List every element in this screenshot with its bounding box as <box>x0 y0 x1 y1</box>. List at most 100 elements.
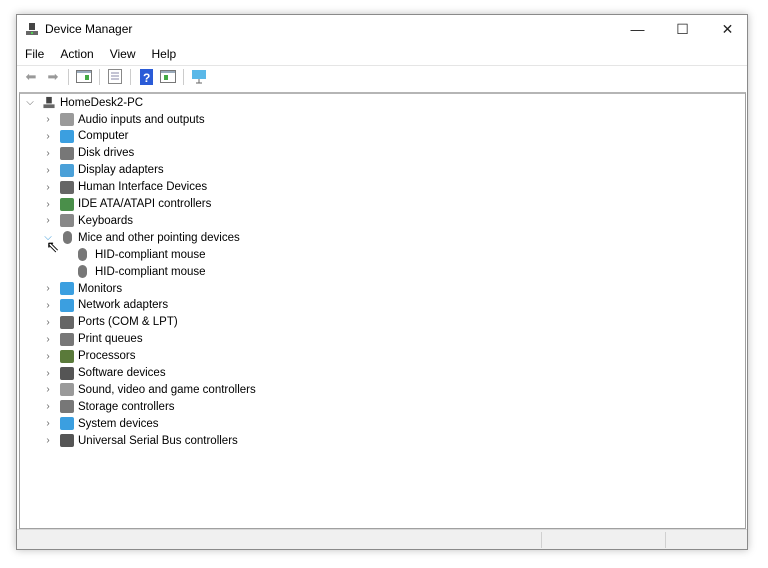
mouse-cursor-icon: ⇖ <box>46 239 60 256</box>
tree-item[interactable]: › Monitors <box>42 280 122 297</box>
printer-icon <box>60 332 74 346</box>
tree-item[interactable]: › Network adapters <box>42 297 168 314</box>
toolbar-separator <box>99 68 100 85</box>
computer-icon <box>43 96 55 109</box>
tree-item[interactable]: › Computer <box>42 128 129 145</box>
tree-child-label: HID-compliant mouse <box>95 265 206 278</box>
chevron-right-icon[interactable]: › <box>42 165 54 176</box>
display-adapter-icon <box>60 163 74 177</box>
tree-item[interactable]: › IDE ATA/ATAPI controllers <box>42 196 211 213</box>
tree-item-label: Processors <box>78 350 136 363</box>
menu-bar: File Action View Help <box>17 45 184 63</box>
chevron-right-icon[interactable]: › <box>42 317 54 328</box>
menu-file[interactable]: File <box>17 45 52 63</box>
chevron-right-icon[interactable]: › <box>42 131 54 142</box>
tree-item-label: Print queues <box>78 333 143 346</box>
tree-item[interactable]: › Universal Serial Bus controllers <box>42 432 238 449</box>
disk-icon <box>60 146 74 160</box>
close-button[interactable]: ✕ <box>705 15 750 43</box>
chevron-right-icon[interactable]: › <box>42 334 54 345</box>
chevron-right-icon[interactable]: › <box>42 182 54 193</box>
port-icon <box>60 315 74 329</box>
status-divider <box>541 532 542 548</box>
chevron-right-icon[interactable]: › <box>42 435 54 446</box>
tree-item[interactable]: › Storage controllers <box>42 398 175 415</box>
chevron-right-icon[interactable]: › <box>42 283 54 294</box>
chevron-right-icon[interactable]: › <box>42 351 54 362</box>
tree-root[interactable]: ⌵ HomeDesk2-PC <box>24 94 143 111</box>
tree-item[interactable]: › Processors <box>42 348 136 365</box>
chevron-right-icon[interactable]: › <box>42 300 54 311</box>
chevron-right-icon[interactable]: › <box>42 384 54 395</box>
tree-child-item[interactable]: HID-compliant mouse <box>78 263 206 280</box>
tree-item-label: Disk drives <box>78 147 135 160</box>
tree-item[interactable]: › Display adapters <box>42 162 164 179</box>
chevron-down-icon[interactable]: ⌵ <box>24 97 36 108</box>
system-icon <box>60 417 74 431</box>
speaker-icon <box>60 383 74 397</box>
tree-item-label: IDE ATA/ATAPI controllers <box>78 198 212 210</box>
tree-item-label: Human Interface Devices <box>78 181 208 194</box>
tree-item-label: Sound, video and game controllers <box>78 383 256 396</box>
tree-item[interactable]: ⌵ Mice and other pointing devices <box>42 229 240 246</box>
tree-item[interactable]: › Print queues <box>42 331 143 348</box>
chevron-right-icon[interactable]: › <box>42 148 54 159</box>
maximize-button[interactable]: ☐ <box>660 15 705 43</box>
help-icon[interactable]: ? <box>136 68 156 86</box>
toolbar-separator <box>183 68 184 85</box>
tree-item-label: Network adapters <box>78 299 169 312</box>
window-title: Device Manager <box>45 22 133 36</box>
tree-item-label: Storage controllers <box>78 400 175 413</box>
tree-item-label: Monitors <box>78 282 123 295</box>
chevron-right-icon[interactable]: › <box>42 418 54 429</box>
ide-icon <box>60 197 74 211</box>
tree-item[interactable]: › Sound, video and game controllers <box>42 381 256 398</box>
tree-child-item[interactable]: HID-compliant mouse <box>78 246 206 263</box>
tree-item[interactable]: › Audio inputs and outputs <box>42 111 205 128</box>
monitor-icon <box>60 129 74 143</box>
properties-icon[interactable] <box>105 68 125 86</box>
device-manager-window: Device Manager — ☐ ✕ File Action View He… <box>16 14 748 550</box>
tree-item-label: Mice and other pointing devices <box>78 231 240 244</box>
hid-icon <box>60 180 74 194</box>
mouse-icon <box>63 231 72 245</box>
keyboard-icon <box>60 214 74 228</box>
show-hide-console-tree-icon[interactable] <box>74 68 94 86</box>
back-icon[interactable]: ⬅ <box>21 68 41 86</box>
toolbar: ⬅ ➡ ? <box>17 65 747 87</box>
tree-item-label: Ports (COM & LPT) <box>78 316 178 329</box>
tree-item-label: System devices <box>78 417 159 430</box>
chevron-right-icon[interactable]: › <box>42 368 54 379</box>
menu-action[interactable]: Action <box>52 45 101 63</box>
forward-icon[interactable]: ➡ <box>43 68 63 86</box>
toolbar-separator <box>130 68 131 85</box>
tree-item[interactable]: › Keyboards <box>42 212 133 229</box>
device-manager-icon <box>26 23 38 35</box>
mouse-icon <box>78 248 87 262</box>
tree-item-label: Software devices <box>78 367 166 379</box>
chevron-right-icon[interactable]: › <box>42 401 54 412</box>
tree-item[interactable]: › Ports (COM & LPT) <box>42 314 178 331</box>
tree-item-label: Computer <box>78 130 129 143</box>
scan-hardware-icon[interactable] <box>189 68 209 86</box>
menu-help[interactable]: Help <box>144 45 185 63</box>
action-pane-icon[interactable] <box>158 68 178 86</box>
tree-item[interactable]: › Software devices <box>42 365 166 382</box>
tree-item-label: Audio inputs and outputs <box>78 113 205 126</box>
tree-item[interactable]: › System devices <box>42 415 159 432</box>
device-tree[interactable]: ⌵ HomeDesk2-PC › Audio inputs and outputs… <box>19 92 746 529</box>
menu-view[interactable]: View <box>102 45 144 63</box>
tree-child-label: HID-compliant mouse <box>95 248 206 261</box>
network-icon <box>60 298 74 312</box>
chevron-right-icon[interactable]: › <box>42 114 54 125</box>
chevron-right-icon[interactable]: › <box>42 215 54 226</box>
storage-icon <box>60 400 74 414</box>
tree-item[interactable]: › Disk drives <box>42 145 134 162</box>
software-device-icon <box>60 366 74 380</box>
tree-item[interactable]: › Human Interface Devices <box>42 179 207 196</box>
chevron-right-icon[interactable]: › <box>42 199 54 210</box>
processor-icon <box>60 349 74 363</box>
tree-item-label: Keyboards <box>78 214 133 227</box>
status-bar <box>17 529 747 549</box>
minimize-button[interactable]: — <box>615 15 660 43</box>
